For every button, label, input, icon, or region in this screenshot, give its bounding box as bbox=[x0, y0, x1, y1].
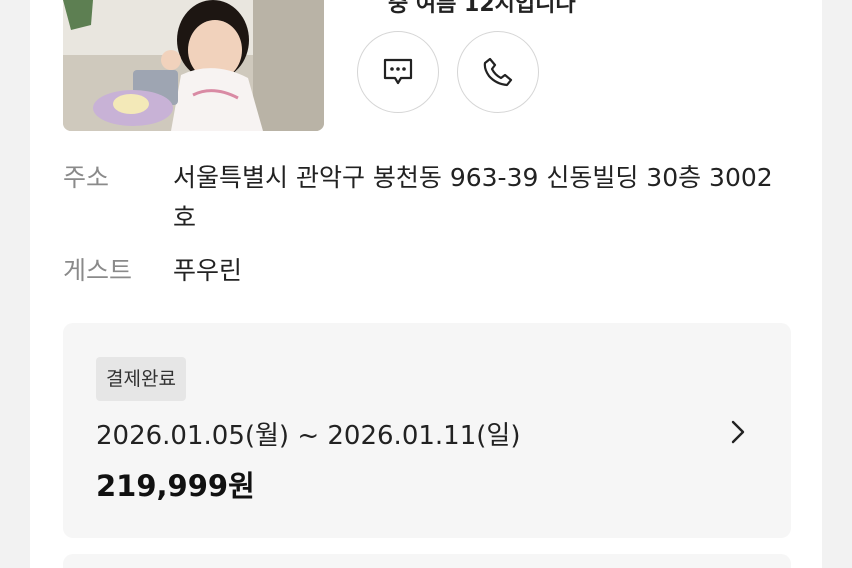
guest-name: 푸우린 bbox=[173, 256, 243, 285]
booking-price: 219,999원 bbox=[96, 469, 255, 503]
address-value: 서울특별시 관악구 봉천동 963-39 신동빌딩 30층 3002호 bbox=[173, 163, 773, 232]
guest-row: 게스트 푸우린 bbox=[63, 251, 773, 291]
next-section-card bbox=[63, 554, 791, 568]
chat-button[interactable] bbox=[357, 31, 439, 113]
reservation-detail-card: 중 여름 12시입니다 주소 서울특별시 관악구 봉천동 963-39 신동빌딩… bbox=[30, 0, 822, 568]
truncated-heading: 중 여름 12시입니다 bbox=[388, 0, 576, 17]
chat-bubble-icon bbox=[383, 58, 413, 85]
listing-photo bbox=[63, 0, 324, 131]
guest-label: 게스트 bbox=[63, 256, 133, 285]
address-label: 주소 bbox=[63, 163, 110, 192]
address-row: 주소 서울특별시 관악구 봉천동 963-39 신동빌딩 30층 3002호 bbox=[63, 158, 773, 238]
call-button[interactable] bbox=[457, 31, 539, 113]
booking-dates: 2026.01.05(월) ~ 2026.01.11(일) bbox=[96, 421, 521, 451]
phone-icon bbox=[483, 57, 513, 87]
payment-status-badge: 결제완료 bbox=[96, 357, 186, 401]
booking-summary-card[interactable]: 결제완료 2026.01.05(월) ~ 2026.01.11(일) 219,9… bbox=[63, 323, 791, 538]
chevron-right-icon bbox=[731, 420, 745, 444]
